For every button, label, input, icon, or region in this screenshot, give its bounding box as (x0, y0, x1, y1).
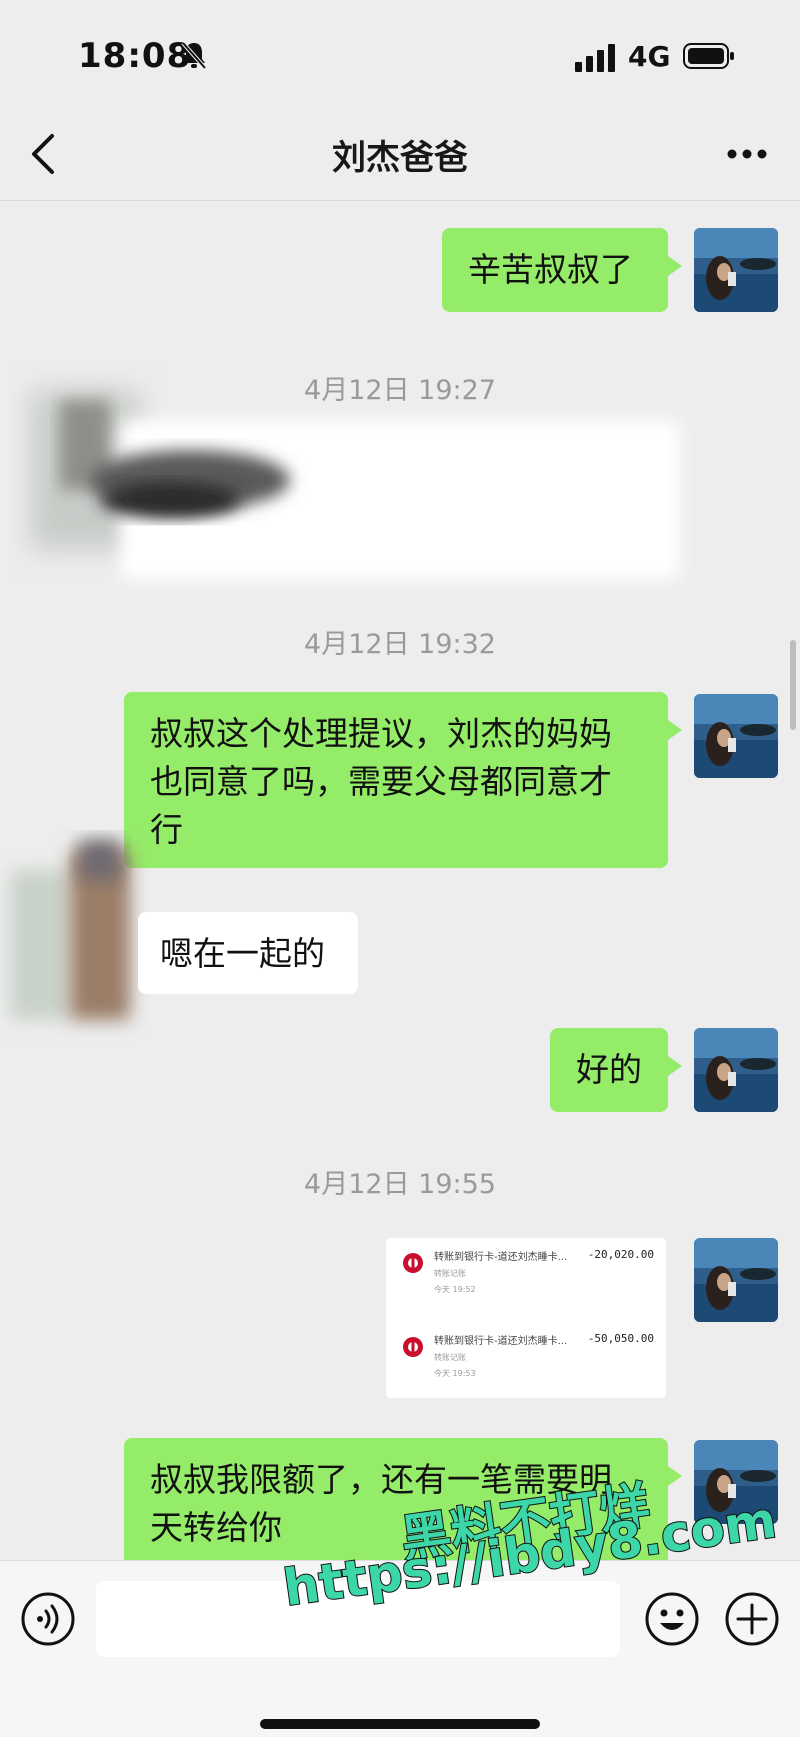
input-bar (0, 1560, 800, 1737)
emoji-icon[interactable] (644, 1591, 700, 1647)
chat-messages: 辛苦叔叔了 4月12日 19:27 4月12日 19:32 叔叔这个处理提议，刘… (0, 200, 800, 1568)
message-text: 叔叔我限额了，还有一笔需要明天转给你 (150, 1460, 612, 1547)
message-text: 嗯在一起的 (160, 934, 325, 973)
transfer-title: 转账到银行卡-道还刘杰睡卡... (434, 1252, 568, 1263)
chat-title: 刘杰爸爸 (332, 138, 468, 178)
message-input[interactable] (96, 1581, 620, 1657)
home-indicator[interactable] (260, 1719, 540, 1729)
transfer-row: 转账到银行卡-道还刘杰睡卡... 转账记账 今天 19:52 -20,020.0… (386, 1238, 666, 1308)
transfer-time: 今天 19:52 (434, 1285, 476, 1294)
voice-icon[interactable] (20, 1591, 76, 1647)
battery-icon (683, 43, 734, 69)
status-time: 18:08 (78, 36, 192, 76)
message-bubble[interactable]: 辛苦叔叔了 (442, 228, 682, 312)
transfer-row: 转账到银行卡-道还刘杰睡卡... 转账记账 今天 19:53 -50,050.0… (386, 1322, 666, 1392)
chat-header: 刘杰爸爸 (0, 110, 800, 201)
bank-logo-icon (403, 1337, 423, 1357)
bell-off-icon (181, 41, 207, 70)
plus-icon[interactable] (724, 1591, 780, 1647)
message-bubble[interactable]: 叔叔我限额了，还有一笔需要明天转给你 (124, 1438, 682, 1568)
signal-icon (575, 44, 615, 72)
message-bubble[interactable]: 好的 (550, 1028, 682, 1112)
blurred-image (30, 390, 680, 580)
avatar[interactable] (694, 228, 778, 312)
avatar[interactable] (694, 694, 778, 778)
bank-logo-icon (403, 1253, 423, 1273)
transfer-amount: -20,020.00 (587, 1248, 654, 1261)
message-text: 叔叔这个处理提议，刘杰的妈妈也同意了吗，需要父母都同意才行 (150, 714, 612, 849)
transfer-subtitle: 转账记账 (434, 1353, 466, 1362)
transfer-screenshot[interactable]: 转账到银行卡-道还刘杰睡卡... 转账记账 今天 19:52 -20,020.0… (386, 1238, 666, 1398)
avatar[interactable] (694, 1028, 778, 1112)
network-type: 4G (628, 40, 671, 73)
avatar[interactable] (694, 1440, 778, 1524)
scrollbar[interactable] (790, 640, 796, 730)
message-text: 辛苦叔叔了 (468, 250, 633, 289)
transfer-title: 转账到银行卡-道还刘杰睡卡... (434, 1336, 568, 1347)
transfer-subtitle: 转账记账 (434, 1269, 466, 1278)
status-bar: 18:08 4G (0, 0, 800, 110)
transfer-amount: -50,050.00 (587, 1332, 654, 1345)
message-text: 好的 (576, 1050, 642, 1089)
avatar[interactable] (694, 1238, 778, 1322)
message-bubble[interactable]: 叔叔这个处理提议，刘杰的妈妈也同意了吗，需要父母都同意才行 (124, 692, 682, 868)
avatar-blurred[interactable] (0, 830, 150, 1050)
transfer-time: 今天 19:53 (434, 1369, 476, 1378)
message-timestamp: 4月12日 19:32 (304, 629, 496, 660)
more-icon[interactable] (726, 148, 768, 160)
message-bubble[interactable]: 嗯在一起的 (138, 912, 358, 994)
message-timestamp: 4月12日 19:55 (304, 1169, 496, 1200)
